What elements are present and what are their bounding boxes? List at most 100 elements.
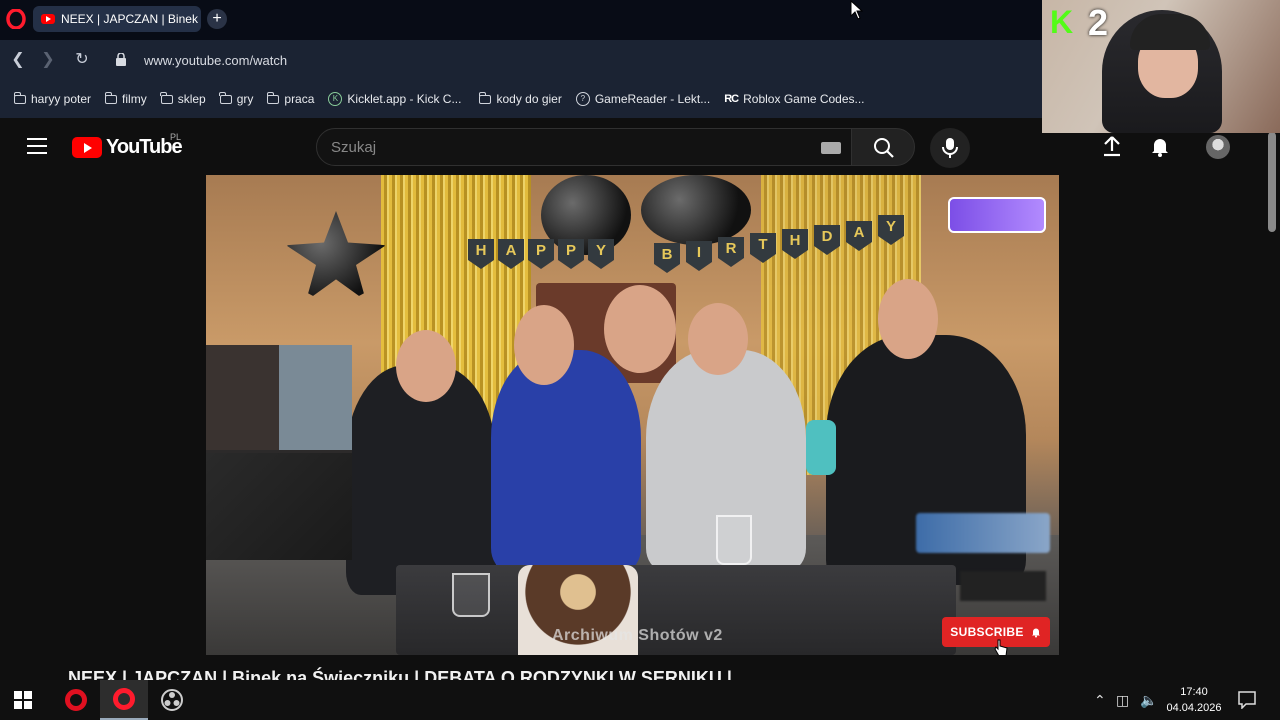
person-head: [878, 279, 938, 359]
volume-icon[interactable]: 🔈: [1140, 692, 1157, 709]
glass: [452, 573, 490, 617]
network-icon[interactable]: ◫: [1116, 692, 1129, 709]
video-player[interactable]: H A P P Y B I R T H D A Y Archiwum Shotó…: [206, 175, 1059, 655]
kicklet-icon: K: [328, 92, 343, 106]
banner-letter: B: [654, 243, 680, 273]
search-button[interactable]: [851, 128, 915, 166]
banner-letter: P: [528, 239, 554, 269]
bookmark-gry[interactable]: gry: [219, 91, 254, 106]
bookmark-label: praca: [284, 92, 315, 106]
youtube-favicon-icon: [41, 14, 55, 24]
taskbar-opera-icon[interactable]: [100, 680, 148, 720]
glass: [716, 515, 752, 565]
microphone-icon: [942, 138, 958, 158]
bookmark-sklep[interactable]: sklep: [160, 91, 206, 106]
bookmark-label: gry: [236, 92, 254, 106]
back-arrow-icon[interactable]: ❮: [8, 50, 28, 70]
bookmark-gamereader[interactable]: ? GameReader - Lekt...: [575, 92, 711, 106]
folder-icon: [219, 91, 232, 104]
channel-overlay-badge: [948, 197, 1046, 233]
number-balloon: [641, 175, 751, 245]
windows-start-icon[interactable]: [14, 691, 32, 709]
keyboard-icon[interactable]: [821, 142, 841, 154]
camera-feed-2: [206, 453, 352, 560]
tab-title: NEEX | JAPCZAN | Binek na Świecznik: [61, 12, 201, 26]
person-head: [688, 303, 748, 375]
bookmark-label: GameReader - Lekt...: [594, 92, 711, 106]
bookmark-haryy-poter[interactable]: haryy poter: [13, 91, 92, 106]
upload-icon[interactable]: [1100, 134, 1124, 158]
folder-icon: [13, 91, 26, 104]
new-tab-plus-icon[interactable]: +: [207, 9, 227, 29]
mouse-cursor-icon: [850, 0, 864, 20]
folder-icon: [266, 91, 280, 104]
bell-icon: [1031, 628, 1040, 638]
opera-logo-icon[interactable]: [6, 9, 26, 29]
search-input[interactable]: Szukaj: [316, 128, 852, 166]
bookmark-filmy[interactable]: filmy: [104, 91, 147, 106]
scroll-thumb[interactable]: [1268, 132, 1276, 232]
youtube-logo[interactable]: YouTube: [72, 136, 183, 159]
address-bar: ❮ ❯ ↻ www.youtube.com/watch: [0, 40, 1042, 80]
url-field[interactable]: www.youtube.com/watch: [144, 53, 287, 68]
reload-icon[interactable]: ↻: [72, 50, 92, 70]
system-clock[interactable]: 17:40 04.04.2026: [1162, 684, 1226, 716]
notification-center-icon[interactable]: [1238, 691, 1256, 709]
video-watermark: Archiwum Shotów v2: [552, 627, 723, 644]
bookmark-label: sklep: [177, 92, 206, 106]
voice-search-button[interactable]: [930, 128, 970, 168]
youtube-play-icon: [72, 137, 102, 158]
hand-cursor-icon: [994, 639, 1008, 655]
bookmark-praca[interactable]: praca: [266, 91, 315, 106]
region-code: PL: [170, 132, 182, 142]
lock-icon: [116, 53, 126, 66]
picture-in-picture-cameras: [206, 345, 352, 560]
search-icon: [874, 138, 894, 158]
forward-arrow-icon[interactable]: ❯: [38, 50, 58, 70]
opera-icon: [65, 689, 87, 711]
clock-time: 17:40: [1180, 686, 1208, 698]
bookmark-kicklet[interactable]: K Kicklet.app - Kick C...: [328, 92, 461, 106]
bookmark-label: filmy: [122, 92, 147, 106]
search-placeholder: Szukaj: [331, 139, 377, 156]
blurred-overlay: [916, 513, 1050, 553]
bookmarks-bar: haryy poter filmy sklep gry praca K Kickl…: [0, 80, 1042, 118]
folder-icon: [160, 91, 173, 104]
rc-icon: RC: [724, 93, 739, 105]
folder-icon: [478, 91, 492, 104]
banner-letter: P: [558, 239, 584, 269]
star-balloon: [286, 211, 386, 301]
hamburger-menu-icon[interactable]: [27, 138, 47, 154]
gamereader-icon: ?: [575, 92, 590, 106]
camera-feed-1: [206, 345, 352, 450]
notifications-bell-icon[interactable]: [1148, 134, 1172, 158]
bookmark-roblox-codes[interactable]: RC Roblox Game Codes...: [724, 92, 864, 106]
bookmark-label: Roblox Game Codes...: [743, 92, 865, 106]
banner-letter: R: [718, 237, 744, 267]
person-head: [514, 305, 574, 385]
kick-logo-icon: K: [1050, 4, 1074, 40]
browser-tab-active[interactable]: NEEX | JAPCZAN | Binek na Świecznik: [33, 6, 201, 32]
bookmark-label: kody do gier: [496, 92, 562, 106]
person-blue-hoodie: [491, 350, 641, 570]
taskbar-obs-icon[interactable]: [148, 680, 196, 720]
windows-taskbar: ⌃ ◫ 🔈 17:40 04.04.2026: [0, 680, 1280, 720]
avatar[interactable]: [1206, 135, 1230, 159]
subscribe-label: SUBSCRIBE: [950, 625, 1024, 639]
obs-icon: [161, 689, 183, 711]
banner-letter: Y: [588, 239, 614, 269]
banner-letter: I: [686, 241, 712, 271]
bookmark-kody-do-gier[interactable]: kody do gier: [478, 91, 562, 106]
taskbar-opera-gx-icon[interactable]: [52, 680, 100, 720]
portrait-face: [604, 285, 676, 373]
browser-tab-strip: NEEX | JAPCZAN | Binek na Świecznik +: [0, 0, 1042, 40]
number-balloon: [541, 175, 631, 255]
bookmark-label: haryy poter: [31, 92, 92, 106]
webcam-counter: 2: [1088, 2, 1109, 43]
page-scrollbar[interactable]: [1264, 118, 1280, 678]
bottle: [806, 420, 836, 475]
tray-chevron-up-icon[interactable]: ⌃: [1094, 692, 1106, 709]
opera-icon: [113, 688, 135, 710]
blurred-overlay: [960, 571, 1046, 601]
clock-date: 04.04.2026: [1166, 702, 1222, 714]
